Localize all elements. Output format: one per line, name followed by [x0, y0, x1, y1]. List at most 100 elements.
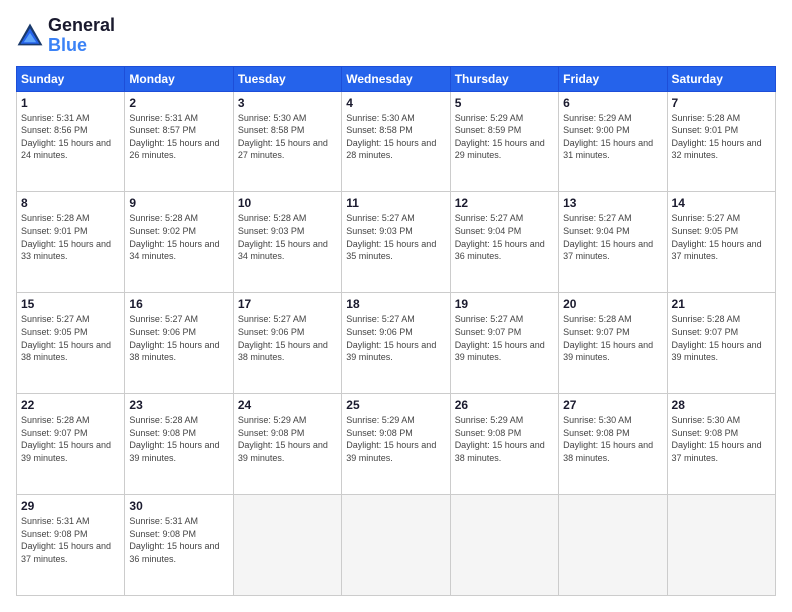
calendar-cell: 22 Sunrise: 5:28 AMSunset: 9:07 PMDayligh… — [17, 394, 125, 495]
page: General Blue SundayMondayTuesdayWednesda… — [0, 0, 792, 612]
day-number: 23 — [129, 398, 228, 412]
day-number: 10 — [238, 196, 337, 210]
calendar-cell: 4Sunrise: 5:30 AMSunset: 8:58 PMDaylight… — [342, 91, 450, 192]
day-number: 22 — [21, 398, 120, 412]
day-info: Sunrise: 5:31 AMSunset: 9:08 PMDaylight:… — [129, 515, 228, 565]
col-header-thursday: Thursday — [450, 66, 558, 91]
week-row-2: 8 Sunrise: 5:28 AMSunset: 9:01 PMDaylight… — [17, 192, 776, 293]
day-info: Sunrise: 5:30 AMSunset: 9:08 PMDaylight:… — [672, 414, 771, 464]
day-number: 3 — [238, 96, 337, 110]
day-number: 24 — [238, 398, 337, 412]
day-number: 11 — [346, 196, 445, 210]
day-info: Sunrise: 5:30 AMSunset: 8:58 PMDaylight:… — [238, 112, 337, 162]
day-info: Sunrise: 5:31 AMSunset: 9:08 PMDaylight:… — [21, 515, 120, 565]
day-info: Sunrise: 5:28 AMSunset: 9:03 PMDaylight:… — [238, 212, 337, 262]
calendar-cell — [450, 495, 558, 596]
day-number: 7 — [672, 96, 771, 110]
calendar-cell: 30 Sunrise: 5:31 AMSunset: 9:08 PMDayligh… — [125, 495, 233, 596]
calendar-cell: 1Sunrise: 5:31 AMSunset: 8:56 PMDaylight… — [17, 91, 125, 192]
calendar-cell: 28 Sunrise: 5:30 AMSunset: 9:08 PMDayligh… — [667, 394, 775, 495]
day-number: 30 — [129, 499, 228, 513]
col-header-wednesday: Wednesday — [342, 66, 450, 91]
day-info: Sunrise: 5:27 AMSunset: 9:05 PMDaylight:… — [672, 212, 771, 262]
calendar-cell: 21 Sunrise: 5:28 AMSunset: 9:07 PMDayligh… — [667, 293, 775, 394]
calendar-cell: 17 Sunrise: 5:27 AMSunset: 9:06 PMDayligh… — [233, 293, 341, 394]
day-number: 28 — [672, 398, 771, 412]
calendar-cell: 3 Sunrise: 5:30 AMSunset: 8:58 PMDaylight… — [233, 91, 341, 192]
day-info: Sunrise: 5:28 AMSunset: 9:01 PMDaylight:… — [21, 212, 120, 262]
day-number: 25 — [346, 398, 445, 412]
day-number: 26 — [455, 398, 554, 412]
day-info: Sunrise: 5:30 AMSunset: 9:08 PMDaylight:… — [563, 414, 662, 464]
day-number: 18 — [346, 297, 445, 311]
calendar-cell: 24 Sunrise: 5:29 AMSunset: 9:08 PMDayligh… — [233, 394, 341, 495]
calendar-cell: 6 Sunrise: 5:29 AMSunset: 9:00 PMDaylight… — [559, 91, 667, 192]
calendar-cell: 2Sunrise: 5:31 AMSunset: 8:57 PMDaylight… — [125, 91, 233, 192]
calendar-table: SundayMondayTuesdayWednesdayThursdayFrid… — [16, 66, 776, 596]
day-info: Sunrise: 5:27 AMSunset: 9:06 PMDaylight:… — [346, 313, 445, 363]
calendar-cell: 20 Sunrise: 5:28 AMSunset: 9:07 PMDayligh… — [559, 293, 667, 394]
day-number: 17 — [238, 297, 337, 311]
day-info: Sunrise: 5:27 AMSunset: 9:05 PMDaylight:… — [21, 313, 120, 363]
calendar-cell — [559, 495, 667, 596]
calendar-cell — [342, 495, 450, 596]
day-number: 2 — [129, 96, 228, 110]
day-info: Sunrise: 5:30 AMSunset: 8:58 PMDaylight:… — [346, 112, 445, 162]
calendar-cell: 15 Sunrise: 5:27 AMSunset: 9:05 PMDayligh… — [17, 293, 125, 394]
col-header-friday: Friday — [559, 66, 667, 91]
day-number: 9 — [129, 196, 228, 210]
day-info: Sunrise: 5:29 AMSunset: 8:59 PMDaylight:… — [455, 112, 554, 162]
day-info: Sunrise: 5:29 AMSunset: 9:08 PMDaylight:… — [455, 414, 554, 464]
calendar-cell: 8 Sunrise: 5:28 AMSunset: 9:01 PMDaylight… — [17, 192, 125, 293]
col-header-sunday: Sunday — [17, 66, 125, 91]
calendar-cell: 9 Sunrise: 5:28 AMSunset: 9:02 PMDaylight… — [125, 192, 233, 293]
day-info: Sunrise: 5:27 AMSunset: 9:03 PMDaylight:… — [346, 212, 445, 262]
day-info: Sunrise: 5:27 AMSunset: 9:07 PMDaylight:… — [455, 313, 554, 363]
col-header-saturday: Saturday — [667, 66, 775, 91]
day-number: 8 — [21, 196, 120, 210]
week-row-3: 15 Sunrise: 5:27 AMSunset: 9:05 PMDayligh… — [17, 293, 776, 394]
day-info: Sunrise: 5:28 AMSunset: 9:01 PMDaylight:… — [672, 112, 771, 162]
day-number: 15 — [21, 297, 120, 311]
calendar-cell: 25 Sunrise: 5:29 AMSunset: 9:08 PMDayligh… — [342, 394, 450, 495]
day-info: Sunrise: 5:29 AMSunset: 9:08 PMDaylight:… — [346, 414, 445, 464]
day-number: 20 — [563, 297, 662, 311]
day-info: Sunrise: 5:28 AMSunset: 9:07 PMDaylight:… — [672, 313, 771, 363]
col-header-tuesday: Tuesday — [233, 66, 341, 91]
calendar-cell: 5 Sunrise: 5:29 AMSunset: 8:59 PMDaylight… — [450, 91, 558, 192]
day-info: Sunrise: 5:29 AMSunset: 9:00 PMDaylight:… — [563, 112, 662, 162]
calendar-cell: 16 Sunrise: 5:27 AMSunset: 9:06 PMDayligh… — [125, 293, 233, 394]
day-info: Sunrise: 5:28 AMSunset: 9:07 PMDaylight:… — [21, 414, 120, 464]
day-info: Sunrise: 5:27 AMSunset: 9:06 PMDaylight:… — [129, 313, 228, 363]
calendar-cell: 26 Sunrise: 5:29 AMSunset: 9:08 PMDayligh… — [450, 394, 558, 495]
day-info: Sunrise: 5:27 AMSunset: 9:06 PMDaylight:… — [238, 313, 337, 363]
day-number: 27 — [563, 398, 662, 412]
day-number: 6 — [563, 96, 662, 110]
day-number: 19 — [455, 297, 554, 311]
day-info: Sunrise: 5:28 AMSunset: 9:02 PMDaylight:… — [129, 212, 228, 262]
day-info: Sunrise: 5:29 AMSunset: 9:08 PMDaylight:… — [238, 414, 337, 464]
calendar-cell: 29Sunrise: 5:31 AMSunset: 9:08 PMDayligh… — [17, 495, 125, 596]
day-info: Sunrise: 5:28 AMSunset: 9:08 PMDaylight:… — [129, 414, 228, 464]
day-number: 13 — [563, 196, 662, 210]
day-number: 12 — [455, 196, 554, 210]
calendar-cell: 7 Sunrise: 5:28 AMSunset: 9:01 PMDaylight… — [667, 91, 775, 192]
week-row-1: 1Sunrise: 5:31 AMSunset: 8:56 PMDaylight… — [17, 91, 776, 192]
calendar-cell — [667, 495, 775, 596]
header: General Blue — [16, 16, 776, 56]
day-number: 14 — [672, 196, 771, 210]
day-number: 5 — [455, 96, 554, 110]
calendar-cell: 19 Sunrise: 5:27 AMSunset: 9:07 PMDayligh… — [450, 293, 558, 394]
calendar-cell: 11 Sunrise: 5:27 AMSunset: 9:03 PMDayligh… — [342, 192, 450, 293]
day-number: 21 — [672, 297, 771, 311]
calendar-cell — [233, 495, 341, 596]
week-row-5: 29Sunrise: 5:31 AMSunset: 9:08 PMDayligh… — [17, 495, 776, 596]
logo: General Blue — [16, 16, 115, 56]
week-row-4: 22 Sunrise: 5:28 AMSunset: 9:07 PMDayligh… — [17, 394, 776, 495]
calendar-cell: 13Sunrise: 5:27 AMSunset: 9:04 PMDayligh… — [559, 192, 667, 293]
col-header-monday: Monday — [125, 66, 233, 91]
day-number: 16 — [129, 297, 228, 311]
calendar-cell: 14 Sunrise: 5:27 AMSunset: 9:05 PMDayligh… — [667, 192, 775, 293]
day-number: 1 — [21, 96, 120, 110]
day-info: Sunrise: 5:28 AMSunset: 9:07 PMDaylight:… — [563, 313, 662, 363]
